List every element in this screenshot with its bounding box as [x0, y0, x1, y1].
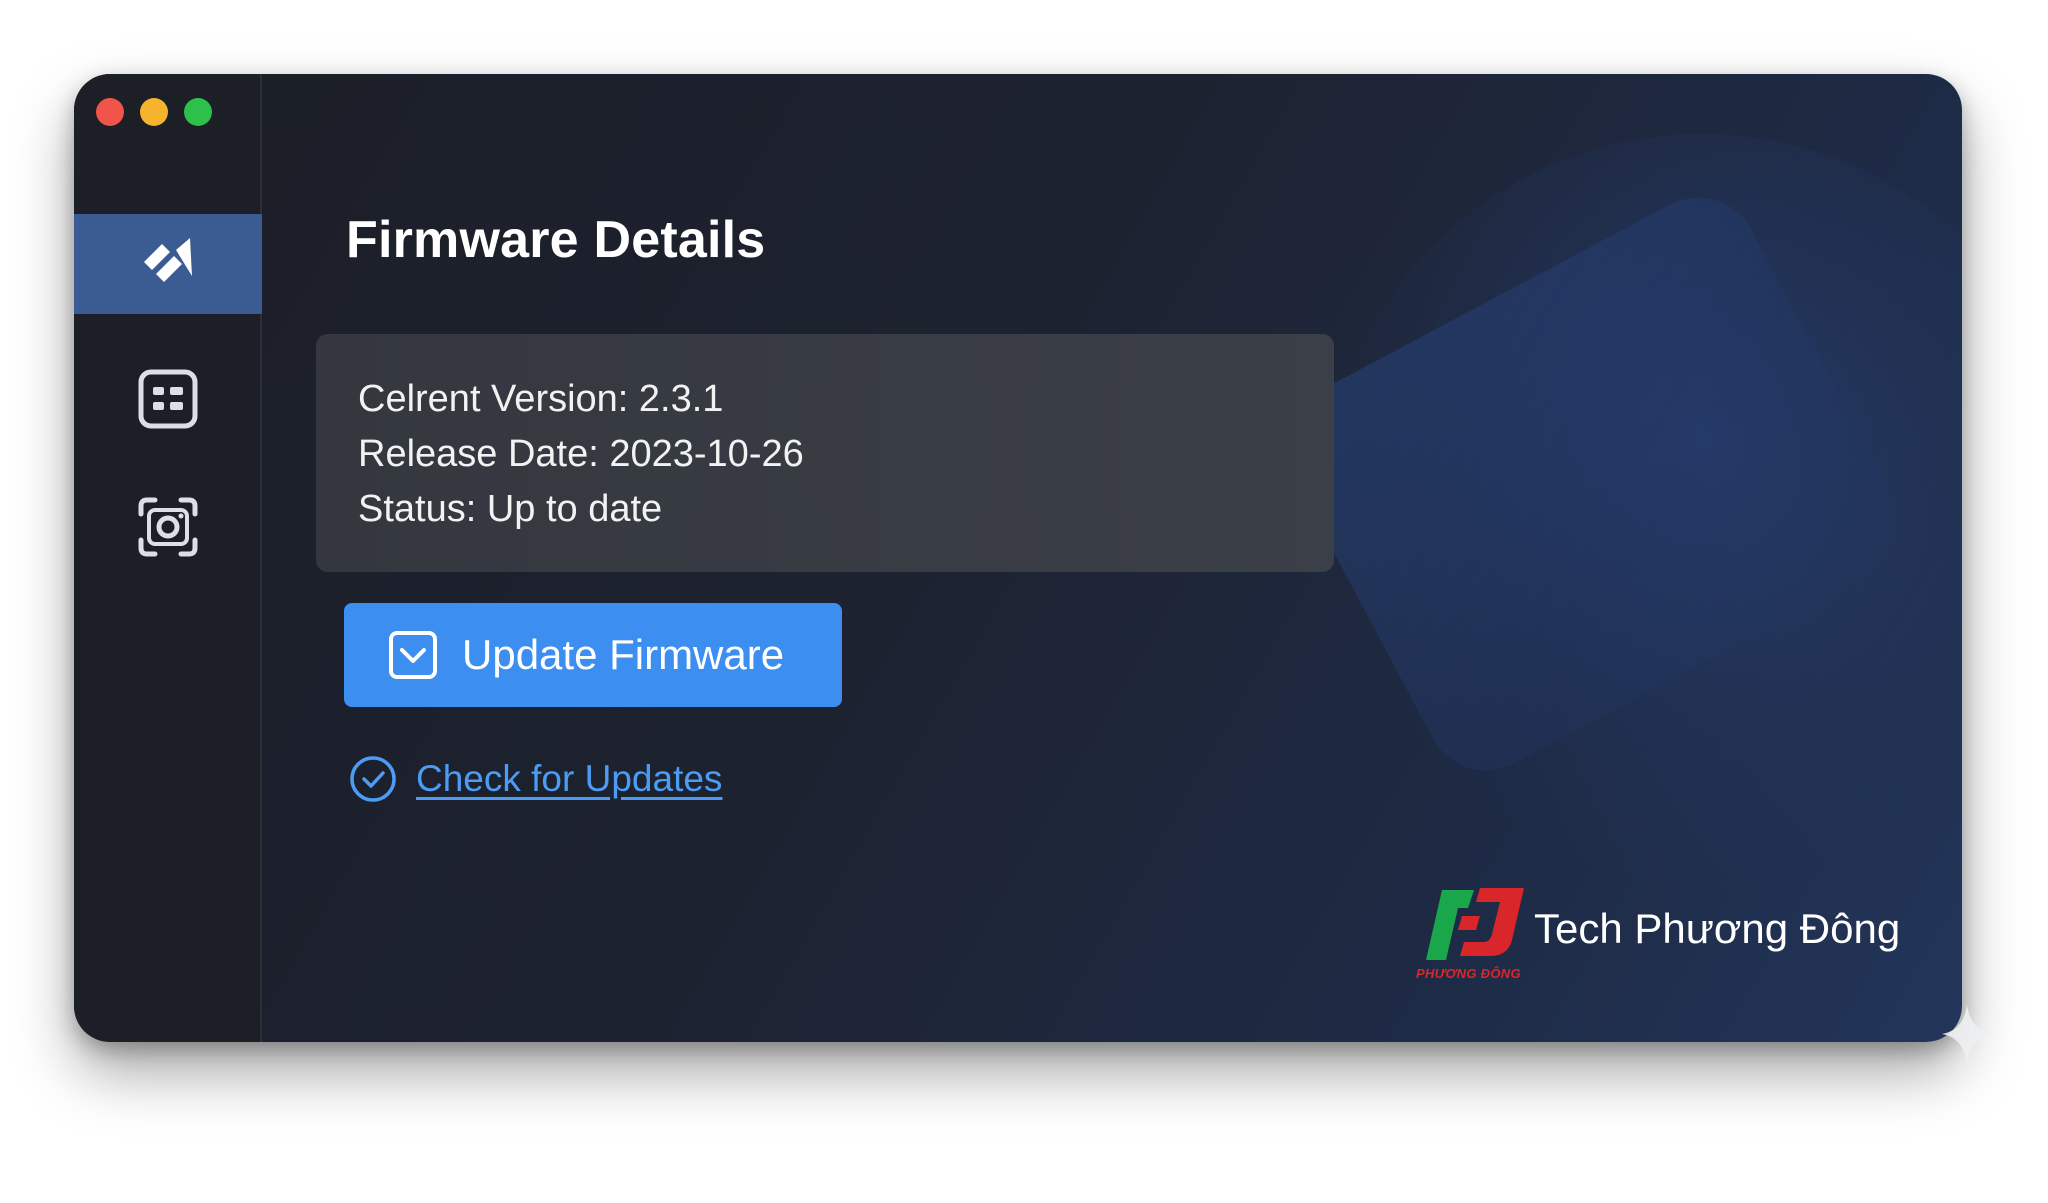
camera-icon [138, 497, 198, 557]
sparkle-icon [1942, 1004, 1992, 1064]
firmware-info-card: Celrent Version: 2.3.1 Release Date: 202… [316, 334, 1334, 572]
firmware-icon [144, 238, 192, 282]
brand-block: PHƯƠNG ĐÔNG Tech Phương Đông [1416, 880, 1901, 981]
update-firmware-label: Update Firmware [462, 631, 785, 678]
sidebar-item-firmware[interactable] [74, 214, 262, 314]
window-controls [96, 98, 212, 126]
maximize-button[interactable] [184, 98, 212, 126]
background-shape [1263, 176, 1921, 792]
firmware-status: Status: Up to date [358, 488, 663, 530]
grid-icon [138, 369, 198, 429]
background-glow [1322, 134, 1962, 894]
update-firmware-button[interactable]: Update Firmware [344, 603, 842, 707]
close-button[interactable] [96, 98, 124, 126]
sidebar-item-camera[interactable] [74, 492, 262, 562]
check-for-updates-link[interactable]: Check for Updates [348, 754, 722, 804]
sidebar-item-grid[interactable] [74, 364, 262, 434]
download-box-icon [389, 631, 437, 679]
minimize-button[interactable] [140, 98, 168, 126]
release-date: Release Date: 2023-10-26 [358, 433, 804, 475]
brand-logo: PHƯƠNG ĐÔNG [1416, 880, 1530, 981]
brand-name: Tech Phương Đông [1534, 905, 1901, 952]
firmware-window: Firmware Details Celrent Version: 2.3.1 … [74, 74, 1962, 1042]
brand-logo-caption: PHƯƠNG ĐÔNG [1416, 966, 1521, 981]
page-title: Firmware Details [346, 211, 766, 269]
sidebar [74, 74, 262, 1042]
check-for-updates-label: Check for Updates [416, 758, 723, 799]
current-version: Celrent Version: 2.3.1 [358, 378, 724, 420]
check-circle-icon [350, 756, 396, 802]
